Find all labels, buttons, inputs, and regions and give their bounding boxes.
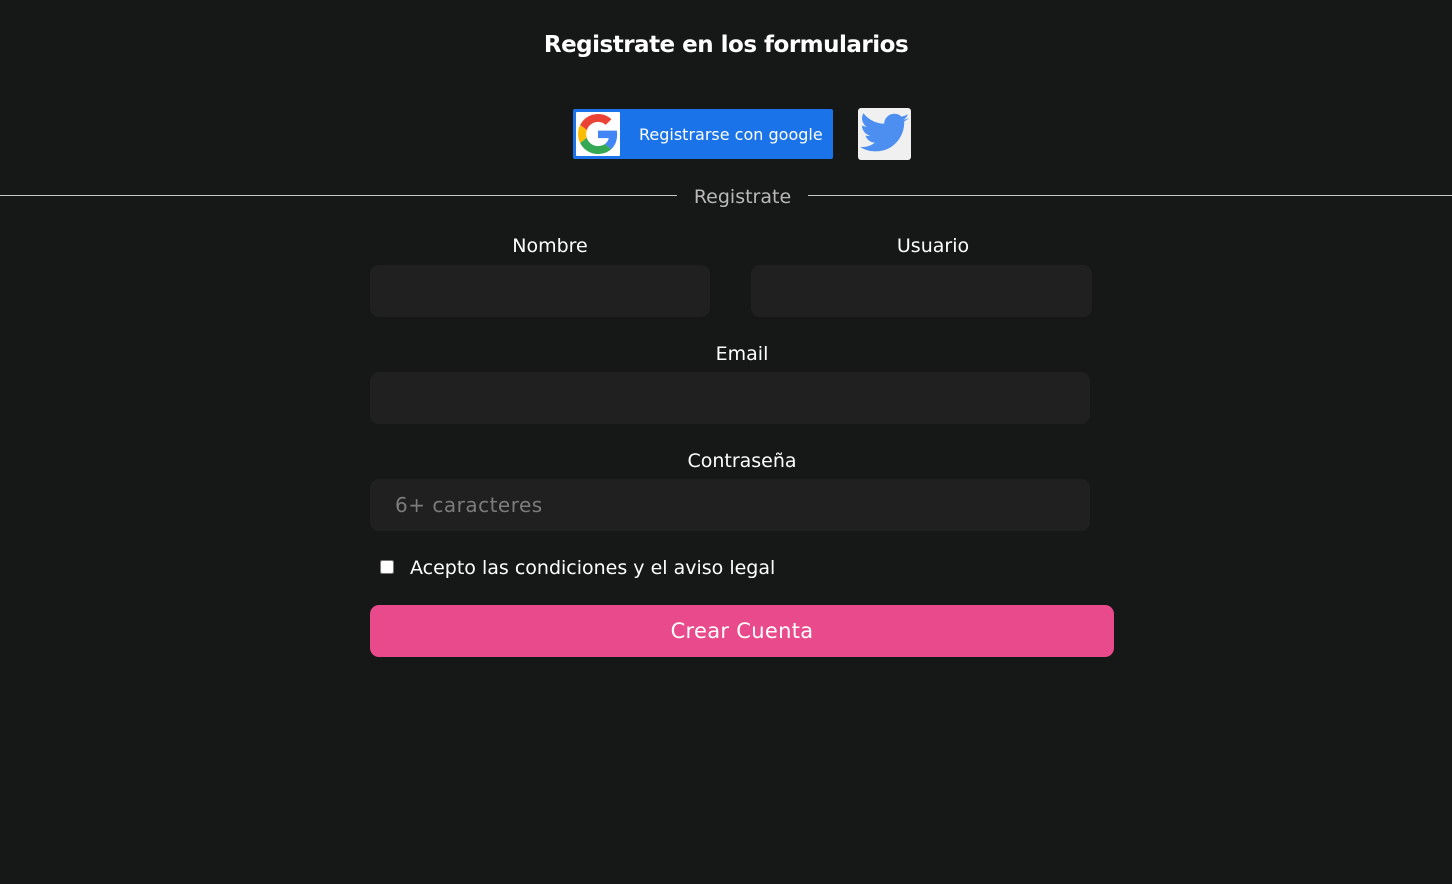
password-label: Contraseña [687,450,797,472]
twitter-icon [859,113,909,152]
divider-label: Registrate [693,186,792,208]
signup-page: Registrate en los formularios Registrars… [0,0,1452,884]
terms-label: Acepto las condiciones y el aviso legal [410,557,776,579]
google-logo-container [576,112,620,156]
email-label: Email [715,343,769,365]
password-input[interactable] [370,479,1090,531]
twitter-signup-button[interactable] [858,108,911,160]
divider-line-right [808,195,1452,196]
nombre-input[interactable] [370,265,710,317]
divider-line-left [0,195,677,196]
usuario-label: Usuario [896,235,970,257]
nombre-label: Nombre [512,235,588,257]
create-account-button[interactable]: Crear Cuenta [370,605,1114,657]
email-input[interactable] [370,372,1090,424]
google-icon [578,114,618,154]
page-title: Registrate en los formularios [543,32,909,58]
usuario-input[interactable] [751,265,1092,317]
google-signup-label: Registrarse con google [639,124,823,144]
terms-checkbox[interactable] [380,560,394,574]
google-signup-button[interactable]: Registrarse con google [573,109,833,159]
